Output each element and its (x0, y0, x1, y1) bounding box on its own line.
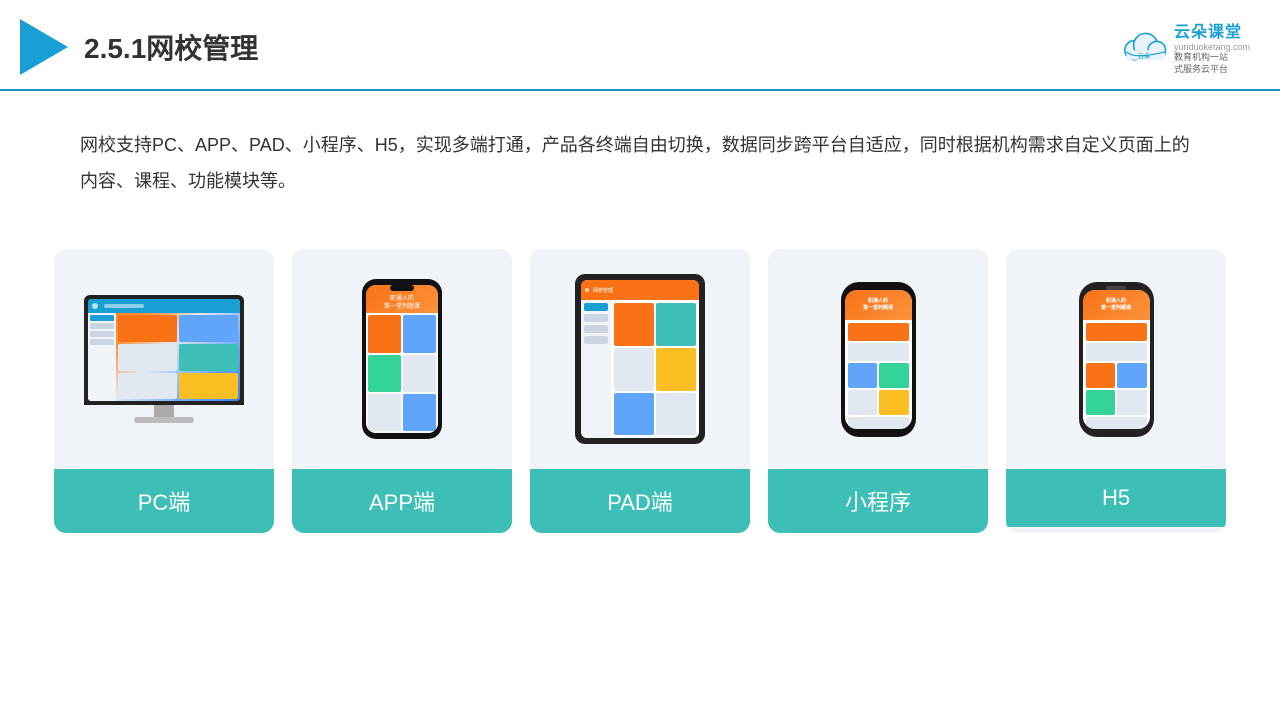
card-pc-label: PC端 (54, 469, 274, 533)
miniapp-header: 职通人的第一堂判题课 (845, 290, 912, 320)
card-pc-image (54, 249, 274, 469)
h5-cell (1086, 363, 1116, 388)
tablet-sidebar-item (584, 336, 608, 344)
svg-text:云朵: 云朵 (1138, 52, 1151, 60)
description: 网校支持PC、APP、PAD、小程序、H5，实现多端打通，产品各终端自由切换，数… (0, 91, 1280, 219)
tablet-body (581, 300, 699, 438)
miniapp-screen: 职通人的第一堂判题课 (845, 290, 912, 429)
card-app-label: APP端 (292, 469, 512, 533)
miniapp-body (845, 320, 912, 429)
h5-screen: 职通人的第一堂判题课 (1083, 290, 1150, 429)
tablet-cell (614, 393, 654, 436)
tablet-cell (614, 303, 654, 346)
phone-cell-3 (368, 355, 401, 392)
tablet-screen: 网校管理 (581, 280, 699, 438)
tablet-cell (656, 393, 696, 436)
miniapp-row (848, 417, 909, 429)
brand-logo: 云朵 云朵课堂 yunduoketang.com 教育机构一站式服务云平台 (1120, 18, 1250, 75)
h5-body (1083, 320, 1150, 429)
brand-tagline: 教育机构一站式服务云平台 (1174, 52, 1228, 75)
miniapp-cell (879, 363, 909, 388)
phone-body (366, 313, 438, 433)
h5-cell (1117, 363, 1147, 388)
tablet-cell (614, 348, 654, 391)
miniapp-cell (848, 363, 878, 388)
phone-cell-6 (403, 394, 436, 431)
h5-mockup: 职通人的第一堂判题课 (1079, 282, 1154, 437)
page-title: 2.5.1网校管理 (84, 27, 258, 67)
header: 2.5.1网校管理 云朵 云朵课堂 yunduoketang.com 教育机构一… (0, 0, 1280, 91)
h5-header: 职通人的第一堂判题课 (1083, 290, 1150, 320)
card-miniapp: 职通人的第一堂判题课 小程序 (768, 249, 988, 533)
card-h5-image: 职通人的第一堂判题课 (1006, 249, 1226, 469)
phone-screen: 职通人的第一堂判题课 (366, 285, 438, 433)
card-h5-label: H5 (1006, 469, 1226, 527)
tablet-cell (656, 303, 696, 346)
header-left: 2.5.1网校管理 (20, 19, 258, 75)
cards-container: PC端 职通人的第一堂判题课 (0, 229, 1280, 553)
app-mockup: 职通人的第一堂判题课 (362, 279, 442, 439)
h5-row (1086, 323, 1147, 341)
brand-name: 云朵课堂 (1174, 18, 1242, 42)
card-miniapp-image: 职通人的第一堂判题课 (768, 249, 988, 469)
h5-cell (1086, 390, 1116, 415)
brand-url: yunduoketang.com (1174, 42, 1250, 52)
phone-notch (390, 285, 414, 291)
h5-row (1086, 343, 1147, 361)
tablet-header: 网校管理 (581, 280, 699, 300)
tablet-sidebar-item (584, 314, 608, 322)
tablet-content (611, 300, 699, 438)
cloud-icon: 云朵 (1120, 29, 1168, 65)
phone-cell-5 (368, 394, 401, 431)
miniapp-mockup: 职通人的第一堂判题课 (841, 282, 916, 437)
phone-cell-4 (403, 355, 436, 392)
card-h5: 职通人的第一堂判题课 H5 (1006, 249, 1226, 533)
card-pad: 网校管理 (530, 249, 750, 533)
h5-row (1086, 417, 1147, 429)
miniapp-row (848, 323, 909, 341)
card-pad-image: 网校管理 (530, 249, 750, 469)
card-miniapp-label: 小程序 (768, 469, 988, 533)
tablet-sidebar-item (584, 325, 608, 333)
brand-text: 云朵课堂 yunduoketang.com 教育机构一站式服务云平台 (1174, 18, 1250, 75)
logo-triangle-icon (20, 19, 68, 75)
card-app-image: 职通人的第一堂判题课 (292, 249, 512, 469)
tablet-cell (656, 348, 696, 391)
h5-cell (1117, 390, 1147, 415)
miniapp-row (848, 343, 909, 361)
tablet-sidebar (581, 300, 611, 438)
miniapp-cell (848, 390, 878, 415)
pc-mockup (84, 295, 244, 423)
miniapp-grid (848, 363, 909, 415)
phone-cell-1 (368, 315, 401, 352)
h5-grid (1086, 363, 1147, 415)
card-pad-label: PAD端 (530, 469, 750, 533)
tablet-sidebar-item (584, 303, 608, 311)
miniapp-cell (879, 390, 909, 415)
description-text: 网校支持PC、APP、PAD、小程序、H5，实现多端打通，产品各终端自由切换，数… (80, 127, 1200, 199)
phone-cell-2 (403, 315, 436, 352)
card-app: 职通人的第一堂判题课 APP端 (292, 249, 512, 533)
pc-screen (84, 295, 244, 405)
pad-mockup: 网校管理 (575, 274, 705, 444)
card-pc: PC端 (54, 249, 274, 533)
